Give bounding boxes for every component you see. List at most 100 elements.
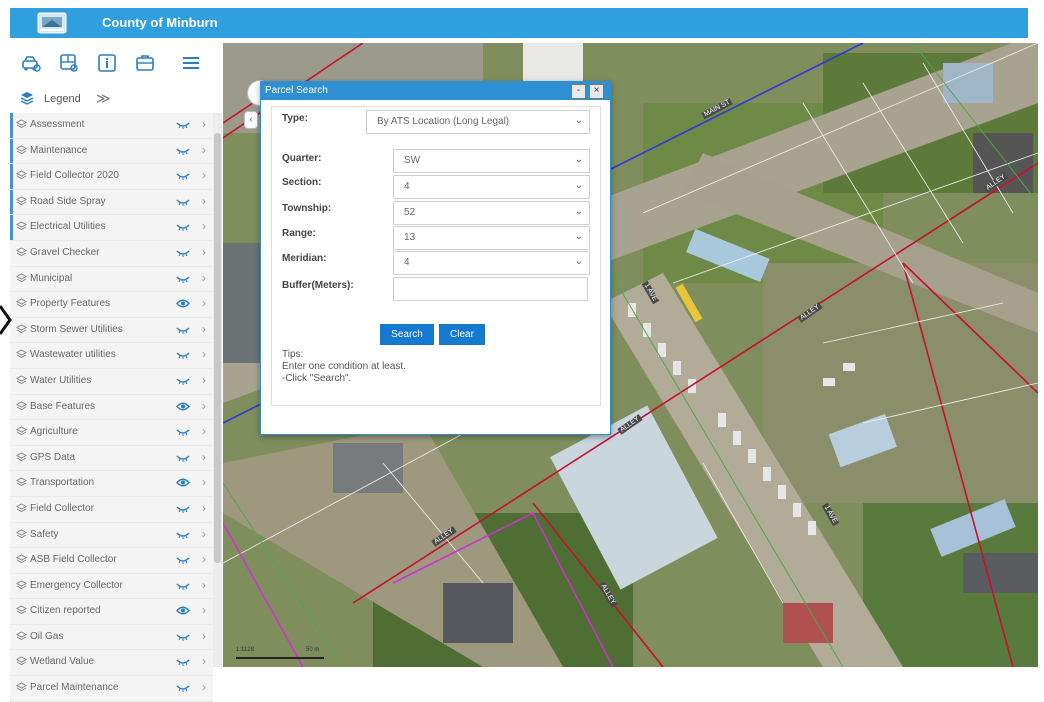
bus-search-icon[interactable] [58,52,80,74]
layer-item[interactable]: Agriculture › [10,420,213,446]
clear-button[interactable]: Clear [439,324,485,345]
chevron-right-icon[interactable]: › [202,194,206,208]
layer-item[interactable]: Municipal › [10,266,213,293]
type-select[interactable]: By ATS Location (Long Legal) ⌄ [366,110,590,134]
layer-item[interactable]: Field Collector 2020 › [10,164,213,190]
eye-open-icon[interactable] [176,298,190,309]
township-select-value: 52 [404,207,416,218]
layer-item[interactable]: Storm Sewer Utilities › [10,317,213,344]
close-button[interactable]: × [589,84,604,99]
chevron-right-icon[interactable]: › [202,629,206,643]
info-icon[interactable] [96,52,118,74]
layer-item[interactable]: Transportation › [10,471,213,497]
eye-closed-icon[interactable] [176,324,190,335]
layer-item[interactable]: Parcel Maintenance › [10,676,213,702]
layer-item[interactable]: GPS Data › [10,445,213,472]
eye-closed-icon[interactable] [176,554,190,565]
eye-closed-icon[interactable] [176,196,190,207]
layer-item[interactable]: Maintenance › [10,138,213,165]
chevron-right-icon[interactable]: › [202,219,206,233]
layer-item[interactable]: Electrical Utilities › [10,215,213,241]
buffer-label: Buffer(Meters): [282,280,354,291]
chevron-right-icon[interactable]: › [202,322,206,336]
layer-item[interactable]: Oil Gas › [10,624,213,651]
layer-item[interactable]: Field Collector › [10,496,213,523]
layer-item[interactable]: Gravel Checker › [10,240,213,267]
briefcase-icon[interactable] [134,52,156,74]
buffer-input[interactable] [393,277,588,301]
eye-closed-icon[interactable] [176,656,190,667]
layer-item[interactable]: Wetland Value › [10,650,213,677]
range-select[interactable]: 13 ⌄ [393,226,590,250]
eye-closed-icon[interactable] [176,529,190,540]
chevron-right-icon[interactable]: › [202,399,206,413]
chevron-right-icon[interactable]: › [202,373,206,387]
township-select[interactable]: 52 ⌄ [393,201,590,225]
eye-closed-icon[interactable] [176,221,190,232]
chevron-right-icon[interactable]: › [202,168,206,182]
layer-item[interactable]: Citizen reported › [10,599,213,625]
scrollbar-thumb[interactable] [214,133,221,563]
meridian-select-value: 4 [404,257,410,268]
menu-icon[interactable] [180,52,202,74]
layer-name: Electrical Utilities [30,221,106,233]
top-bar: County of Minburn [0,0,1044,43]
layer-name: Property Features [30,298,111,310]
eye-closed-icon[interactable] [176,349,190,360]
chevron-right-icon[interactable]: › [202,347,206,361]
section-select[interactable]: 4 ⌄ [393,175,590,199]
dialog-header[interactable]: Parcel Search - × [261,82,610,100]
chevron-right-icon[interactable]: › [202,552,206,566]
chevron-right-icon[interactable]: › [202,143,206,157]
quarter-select[interactable]: SW ⌄ [393,149,590,173]
chevron-right-icon[interactable]: › [202,424,206,438]
eye-closed-icon[interactable] [176,452,190,463]
eye-open-icon[interactable] [176,401,190,412]
layer-item[interactable]: Property Features › [10,292,213,318]
chevron-right-icon[interactable]: › [202,271,206,285]
eye-open-icon[interactable] [176,605,190,616]
vehicle-search-icon[interactable] [20,52,42,74]
eye-closed-icon[interactable] [176,503,190,514]
minimize-button[interactable]: - [571,84,586,99]
eye-closed-icon[interactable] [176,145,190,156]
sidebar-toolbar [10,43,223,83]
layer-item[interactable]: Emergency Collector › [10,573,213,600]
search-button[interactable]: Search [380,324,434,345]
eye-closed-icon[interactable] [176,170,190,181]
meridian-select[interactable]: 4 ⌄ [393,251,590,275]
eye-closed-icon[interactable] [176,375,190,386]
map-collapse-button[interactable]: ‹ [244,111,258,129]
eye-closed-icon[interactable] [176,247,190,258]
layer-item[interactable]: Safety › [10,522,213,549]
layer-item[interactable]: Base Features › [10,394,213,421]
chevron-right-icon[interactable]: › [202,680,206,694]
layer-name: Safety [30,528,59,540]
layer-item[interactable]: Assessment › [10,113,213,139]
chevron-right-icon[interactable]: › [202,450,206,464]
eye-closed-icon[interactable] [176,273,190,284]
chevron-right-icon[interactable]: › [202,117,206,131]
chevron-right-icon[interactable]: › [202,475,206,489]
chevron-right-icon[interactable]: › [202,527,206,541]
chevron-right-icon[interactable]: › [202,603,206,617]
layer-item[interactable]: ASB Field Collector › [10,548,213,574]
chevron-right-icon[interactable]: › [202,654,206,668]
chevron-right-icon[interactable]: › [202,501,206,515]
eye-closed-icon[interactable] [176,682,190,693]
chevron-right-icon[interactable]: › [202,578,206,592]
eye-open-icon[interactable] [176,477,190,488]
layer-item[interactable]: Road Side Spray › [10,189,213,216]
eye-closed-icon[interactable] [176,631,190,642]
chevron-right-icon[interactable]: › [202,245,206,259]
eye-closed-icon[interactable] [176,119,190,130]
eye-closed-icon[interactable] [176,426,190,437]
layer-item[interactable]: Wastewater utilities › [10,343,213,369]
collapse-handle-icon[interactable] [0,302,14,338]
layer-item[interactable]: Water Utilities › [10,368,213,395]
layer-list-scrollbar[interactable] [213,113,222,667]
chevron-right-icon[interactable]: › [202,296,206,310]
eye-closed-icon[interactable] [176,580,190,591]
layer-name: GPS Data [30,451,76,463]
legend-toggle[interactable]: Legend ≫ [10,83,223,109]
